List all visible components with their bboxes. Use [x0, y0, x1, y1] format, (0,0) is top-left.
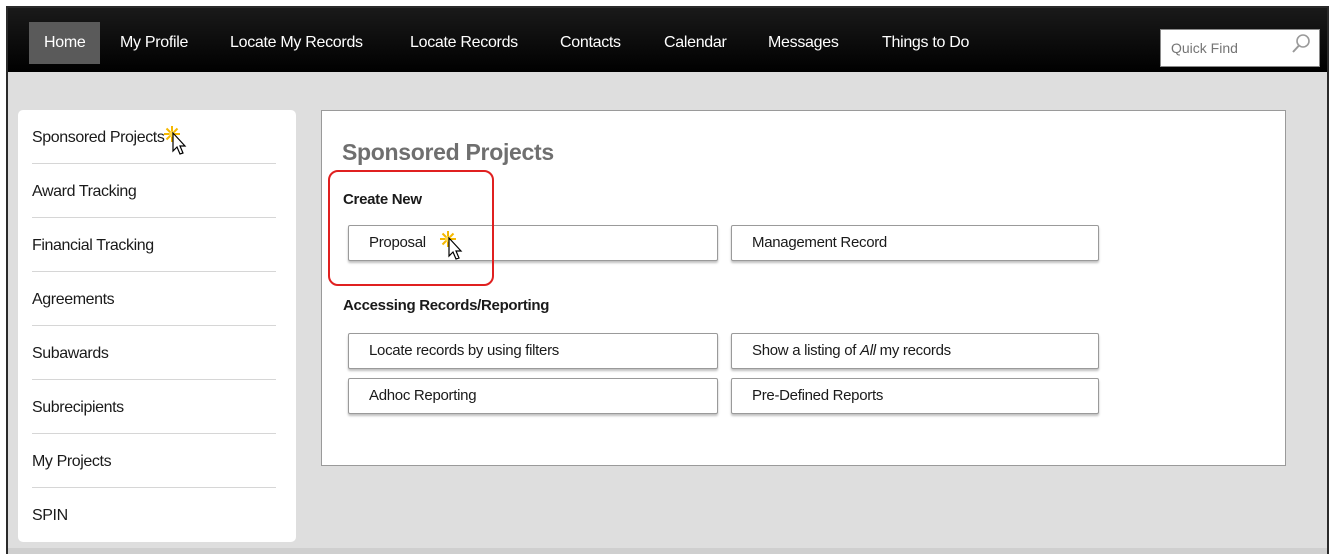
sidebar-item-subawards[interactable]: Subawards — [32, 345, 276, 363]
sidebar: Sponsored Projects Award Tracking Financ… — [18, 110, 296, 542]
sidebar-item-financial-tracking[interactable]: Financial Tracking — [32, 237, 276, 255]
nav-things-to-do[interactable]: Things to Do — [882, 22, 969, 64]
sparkle-cursor-icon — [164, 126, 187, 155]
search-icon[interactable] — [1290, 33, 1312, 55]
sidebar-divider — [32, 433, 276, 434]
sidebar-item-sponsored-projects[interactable]: Sponsored Projects — [32, 129, 276, 147]
management-record-button[interactable]: Management Record — [731, 225, 1099, 261]
show-all-records-button[interactable]: Show a listing of All my records — [731, 333, 1099, 369]
nav-home[interactable]: Home — [29, 22, 101, 64]
nav-my-profile[interactable]: My Profile — [120, 22, 188, 64]
sidebar-divider — [32, 379, 276, 380]
app-frame: Home My Profile Locate My Records Locate… — [6, 6, 1329, 554]
sidebar-divider — [32, 487, 276, 488]
accessing-records-heading: Accessing Records/Reporting — [343, 297, 550, 314]
pre-defined-reports-button[interactable]: Pre-Defined Reports — [731, 378, 1099, 414]
main-panel: Sponsored Projects Create New Proposal M… — [321, 110, 1286, 466]
sidebar-divider — [32, 325, 276, 326]
sparkle-cursor-icon — [440, 231, 463, 260]
sidebar-item-my-projects[interactable]: My Projects — [32, 453, 276, 471]
highlight-annotation — [328, 170, 494, 286]
sidebar-divider — [32, 217, 276, 218]
sidebar-item-spin[interactable]: SPIN — [32, 507, 276, 525]
listing-text-emph: All — [860, 342, 876, 359]
page-title: Sponsored Projects — [342, 139, 554, 165]
sidebar-divider — [32, 163, 276, 164]
adhoc-reporting-button[interactable]: Adhoc Reporting — [348, 378, 718, 414]
listing-text-before: Show a listing of — [752, 342, 860, 359]
sidebar-divider — [32, 271, 276, 272]
nav-locate-records[interactable]: Locate Records — [410, 22, 518, 64]
nav-contacts[interactable]: Contacts — [560, 22, 621, 64]
nav-messages[interactable]: Messages — [768, 22, 839, 64]
bottom-strip — [8, 548, 1327, 554]
nav-calendar[interactable]: Calendar — [664, 22, 727, 64]
top-navigation-bar: Home My Profile Locate My Records Locate… — [8, 8, 1327, 72]
listing-text-after: my records — [875, 342, 952, 359]
locate-records-filters-button[interactable]: Locate records by using filters — [348, 333, 718, 369]
sidebar-item-agreements[interactable]: Agreements — [32, 291, 276, 309]
sidebar-item-subrecipients[interactable]: Subrecipients — [32, 399, 276, 417]
nav-locate-my-records[interactable]: Locate My Records — [230, 22, 363, 64]
sidebar-item-award-tracking[interactable]: Award Tracking — [32, 183, 276, 201]
